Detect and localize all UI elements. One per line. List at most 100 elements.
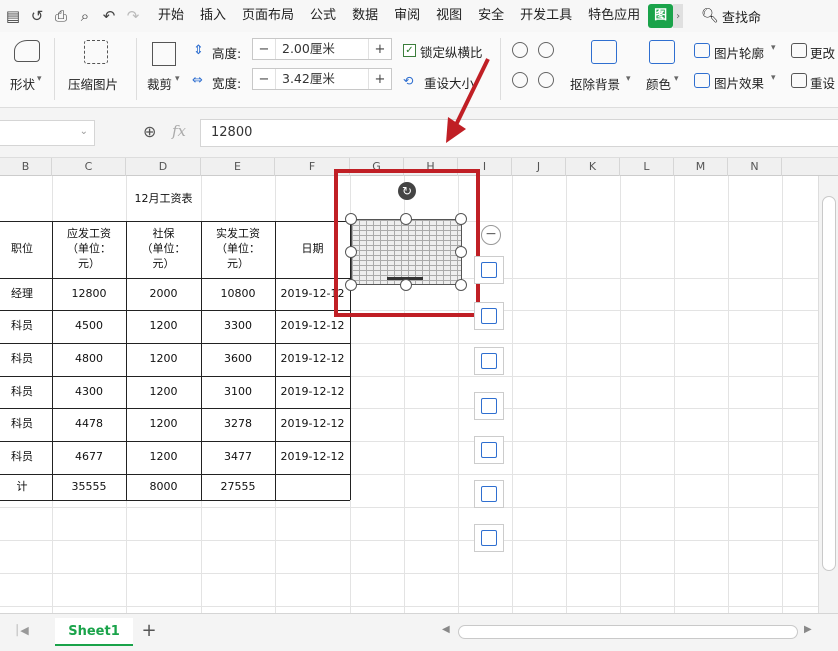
image-convert-button[interactable] (474, 436, 504, 464)
table-cell[interactable]: 1200 (126, 343, 201, 376)
menu-item[interactable]: 数据 (344, 4, 386, 28)
width-stepper[interactable]: − 3.42厘米 + (252, 68, 392, 90)
increase-height-button[interactable]: + (369, 42, 391, 57)
chevron-down-icon[interactable]: ▾ (771, 43, 776, 53)
crop-button[interactable]: 裁剪 (147, 74, 172, 93)
collapse-toolbar-button[interactable]: − (481, 225, 501, 245)
print-icon[interactable]: ⎙ (50, 5, 72, 27)
decrease-width-button[interactable]: − (253, 72, 275, 87)
table-cell[interactable]: 4500 (52, 310, 126, 343)
resize-handle-bottom-right[interactable] (455, 279, 467, 291)
rotate-left-icon[interactable] (512, 42, 528, 58)
table-cell[interactable]: 12月工资表 (52, 184, 275, 214)
table-cell[interactable]: 3300 (201, 310, 275, 343)
increase-width-button[interactable]: + (369, 72, 391, 87)
table-cell[interactable]: 3477 (201, 441, 275, 474)
table-cell[interactable]: 3100 (201, 376, 275, 408)
shape-icon[interactable] (14, 40, 40, 62)
table-cell[interactable]: 计 (0, 474, 52, 500)
scroll-thumb[interactable] (822, 196, 836, 571)
table-cell[interactable]: 3278 (201, 408, 275, 441)
formula-input[interactable]: 12800 (200, 119, 838, 147)
tab-picture-tools[interactable]: 图 (648, 4, 674, 28)
resize-handle-bottom[interactable] (400, 279, 412, 291)
zoom-in-button[interactable] (474, 256, 504, 284)
image-settings-button[interactable] (474, 524, 504, 552)
decrease-height-button[interactable]: − (253, 42, 275, 57)
shape-button[interactable]: 形状 (10, 74, 35, 93)
menu-item[interactable]: 特色应用 (580, 4, 648, 28)
undo-history-icon[interactable]: ↺ (26, 5, 48, 27)
resize-handle-top-left[interactable] (345, 213, 357, 225)
crop-button[interactable] (474, 347, 504, 375)
table-cell[interactable]: 4478 (52, 408, 126, 441)
table-cell[interactable]: 4677 (52, 441, 126, 474)
table-cell[interactable] (275, 474, 350, 500)
print-preview-icon[interactable]: ⌕ (74, 5, 96, 27)
vertical-scrollbar[interactable] (818, 176, 838, 613)
compress-icon[interactable] (84, 40, 108, 64)
table-cell[interactable]: 12800 (52, 278, 126, 310)
column-header[interactable]: E (201, 158, 275, 176)
chevron-down-icon[interactable]: ⌄ (80, 126, 88, 137)
chevron-down-icon[interactable]: ▾ (674, 74, 679, 84)
table-cell[interactable]: 应发工资 （单位： 元） (52, 221, 126, 278)
table-cell[interactable]: 27555 (201, 474, 275, 500)
sheet-nav-icon[interactable]: ⏐◀ (14, 624, 29, 638)
column-header[interactable]: B (0, 158, 52, 176)
compress-button[interactable] (474, 392, 504, 420)
flip-horizontal-icon[interactable] (538, 72, 554, 88)
table-cell[interactable]: 职位 (0, 221, 52, 278)
menu-item[interactable]: 安全 (470, 4, 512, 28)
table-cell[interactable]: 2019-12-12 (275, 441, 350, 474)
add-sheet-button[interactable]: + (138, 620, 160, 642)
menu-item[interactable]: 公式 (302, 4, 344, 28)
column-header[interactable]: J (512, 158, 566, 176)
resize-handle-right[interactable] (455, 246, 467, 258)
redo-icon[interactable]: ↷ (122, 5, 144, 27)
crop-icon[interactable] (152, 42, 176, 66)
reset-picture-button[interactable]: 重设 (810, 73, 835, 92)
resize-handle-top-right[interactable] (455, 213, 467, 225)
table-cell[interactable]: 科员 (0, 441, 52, 474)
column-header[interactable]: K (566, 158, 620, 176)
table-cell[interactable]: 3600 (201, 343, 275, 376)
remove-background-button[interactable]: 抠除背景 (570, 74, 620, 93)
table-cell[interactable]: 4300 (52, 376, 126, 408)
resize-handle-bottom-left[interactable] (345, 279, 357, 291)
menu-item[interactable]: 开始 (150, 4, 192, 28)
table-cell[interactable]: 1200 (126, 441, 201, 474)
flip-vertical-icon[interactable] (512, 72, 528, 88)
menu-item[interactable]: 插入 (192, 4, 234, 28)
menu-item[interactable]: 视图 (428, 4, 470, 28)
table-cell[interactable]: 社保 （单位： 元） (126, 221, 201, 278)
table-cell[interactable]: 10800 (201, 278, 275, 310)
table-cell[interactable]: 科员 (0, 408, 52, 441)
magic-wand-icon[interactable] (591, 40, 617, 64)
scroll-thumb[interactable] (458, 625, 798, 639)
chevron-down-icon[interactable]: ▾ (37, 74, 42, 84)
table-cell[interactable]: 实发工资 （单位： 元） (201, 221, 275, 278)
column-header[interactable]: D (126, 158, 201, 176)
change-picture-button[interactable]: 更改 (810, 43, 835, 62)
table-cell[interactable]: 2019-12-12 (275, 343, 350, 376)
scroll-left-icon[interactable]: ◀ (442, 624, 450, 635)
table-cell[interactable]: 2019-12-12 (275, 408, 350, 441)
resize-handle-left[interactable] (345, 246, 357, 258)
height-input[interactable]: 2.00厘米 (275, 39, 369, 59)
column-header[interactable]: N (728, 158, 782, 176)
column-header[interactable]: L (620, 158, 674, 176)
compress-button[interactable]: 压缩图片 (68, 74, 118, 93)
column-header[interactable]: M (674, 158, 728, 176)
undo-icon[interactable]: ↶ (98, 5, 120, 27)
chevron-down-icon[interactable]: ▾ (626, 74, 631, 84)
rotate-right-icon[interactable] (538, 42, 554, 58)
resize-handle-top[interactable] (400, 213, 412, 225)
name-box[interactable]: ⌄ (0, 120, 95, 146)
color-button[interactable]: 颜色 (646, 74, 671, 93)
chevron-right-icon[interactable]: › (673, 4, 684, 28)
chevron-down-icon[interactable]: ▾ (175, 74, 180, 84)
fx-label[interactable]: fx (172, 122, 186, 140)
table-cell[interactable]: 8000 (126, 474, 201, 500)
menu-item[interactable]: 开发工具 (512, 4, 580, 28)
